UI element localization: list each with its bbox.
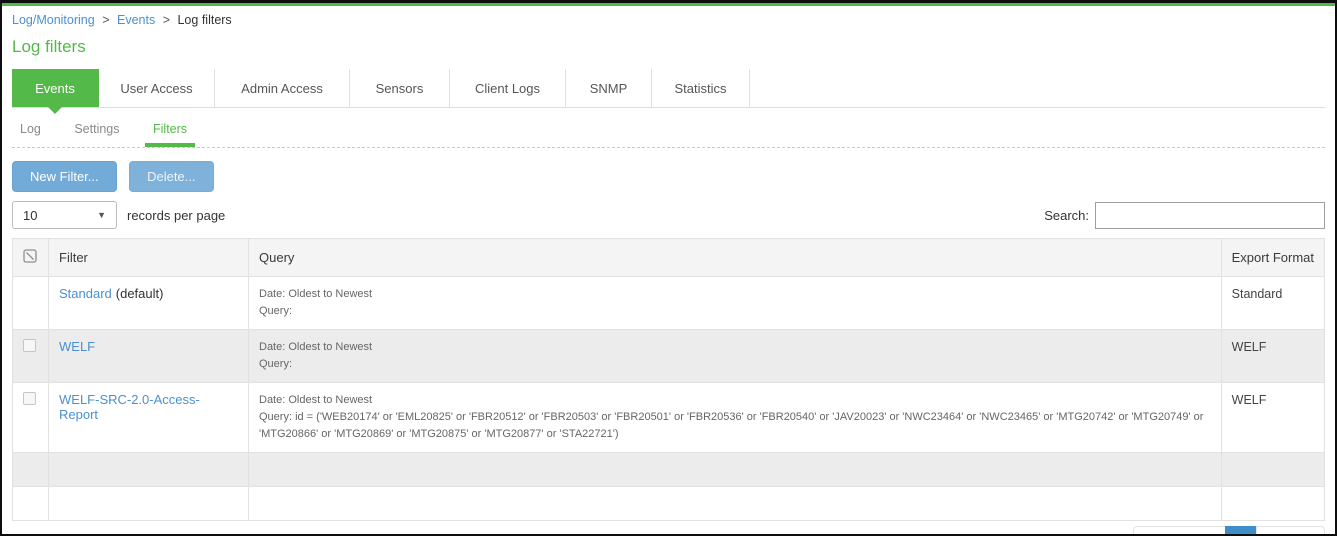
table-header-row: Filter Query Export Format <box>12 238 1326 277</box>
query-cell: Date: Oldest to Newest Query: <box>248 329 1222 384</box>
records-per-page-label: records per page <box>127 207 226 223</box>
select-all-header-cell[interactable] <box>12 238 49 277</box>
filter-link-welf[interactable]: WELF <box>59 339 95 354</box>
search-label: Search: <box>1044 207 1089 223</box>
breadcrumb-separator: > <box>162 13 170 27</box>
filter-cell <box>48 486 249 522</box>
table-row-welf-src: WELF-SRC-2.0-Access-Report Date: Oldest … <box>12 382 1326 454</box>
active-tab-pointer-icon <box>48 107 62 114</box>
table-row-standard: Standard (default) Date: Oldest to Newest… <box>12 275 1326 331</box>
tab-label: SNMP <box>589 81 628 96</box>
filter-cell: Standard (default) <box>48 275 249 331</box>
search-input[interactable] <box>1095 201 1325 229</box>
export-format-cell <box>1220 486 1326 522</box>
query-cell: Date: Oldest to Newest Query: <box>248 275 1222 331</box>
tab-statistics[interactable]: Statistics <box>652 69 750 107</box>
query-cell: Date: Oldest to Newest Query: id = ('WEB… <box>248 382 1222 454</box>
table-row-welf: WELF Date: Oldest to Newest Query: WELF <box>12 329 1326 384</box>
checkbox-cell <box>12 486 49 522</box>
export-format-cell <box>1220 452 1326 488</box>
checkbox-cell <box>12 329 49 384</box>
previous-page-button[interactable]: ← Previous <box>1133 526 1227 534</box>
records-per-page-value: 10 <box>23 207 38 223</box>
tab-events[interactable]: Events <box>12 69 99 114</box>
query-line-1: Date: Oldest to Newest <box>259 341 373 354</box>
tab-sensors[interactable]: Sensors <box>350 69 450 107</box>
breadcrumb-link-log-monitoring[interactable]: Log/Monitoring <box>12 13 95 27</box>
export-format-value: WELF <box>1231 340 1267 355</box>
breadcrumb: Log/Monitoring > Events > Log filters <box>12 13 1325 27</box>
chevron-down-icon: ▼ <box>97 210 106 220</box>
query-line-1: Date: Oldest to Newest <box>259 394 373 407</box>
column-header-filter: Filter <box>48 238 249 277</box>
checkbox-cell <box>12 452 49 488</box>
tab-label: Events <box>35 81 75 96</box>
tab-client-logs[interactable]: Client Logs <box>450 69 566 107</box>
tab-snmp[interactable]: SNMP <box>566 69 652 107</box>
filter-link-welf-src[interactable]: WELF-SRC-2.0-Access-Report <box>59 392 200 422</box>
export-format-cell: Standard <box>1220 275 1326 331</box>
filter-cell <box>48 452 249 488</box>
export-format-cell: WELF <box>1220 382 1326 454</box>
tab-label: Client Logs <box>474 81 541 96</box>
records-per-page-select[interactable]: 10 ▼ <box>12 201 117 229</box>
query-line-2: Query: id = ('WEB20174' or 'EML20825' or… <box>259 411 1204 441</box>
subtab-log[interactable]: Log <box>12 122 49 143</box>
select-all-icon[interactable] <box>23 249 37 263</box>
filter-cell: WELF <box>48 329 249 384</box>
filter-link-standard[interactable]: Standard <box>59 286 112 301</box>
subtab-filters[interactable]: Filters <box>145 122 196 147</box>
toolbar: New Filter... Delete... <box>12 161 1325 192</box>
query-cell <box>248 486 1222 522</box>
page-number-1[interactable]: 1 <box>1225 526 1257 534</box>
export-format-cell: WELF <box>1220 329 1326 384</box>
pagination: ← Previous 1 Next → <box>12 526 1325 534</box>
checkbox-cell <box>12 382 49 454</box>
subtab-bar: Log Settings Filters <box>12 122 1325 147</box>
checkbox-cell <box>12 275 49 331</box>
export-format-value: Standard <box>1231 287 1283 301</box>
column-header-export-format: Export Format <box>1220 238 1326 277</box>
filter-cell: WELF-SRC-2.0-Access-Report <box>48 382 249 454</box>
table-row-empty <box>12 486 1326 522</box>
tab-label: Statistics <box>674 81 727 96</box>
row-checkbox[interactable] <box>23 392 36 406</box>
top-accent-line <box>2 3 1335 6</box>
query-line-1: Date: Oldest to Newest <box>259 288 373 300</box>
delete-button[interactable]: Delete... <box>129 161 214 192</box>
tab-label: User Access <box>120 81 193 96</box>
breadcrumb-separator: > <box>102 13 110 27</box>
tab-label: Sensors <box>375 81 424 96</box>
query-line-2: Query: <box>259 358 293 371</box>
dashed-divider <box>12 147 1325 148</box>
breadcrumb-link-events[interactable]: Events <box>117 13 155 27</box>
query-cell <box>248 452 1222 488</box>
filter-default-suffix: (default) <box>115 286 164 301</box>
tab-admin-access[interactable]: Admin Access <box>215 69 350 107</box>
query-line-2: Query: <box>259 305 293 318</box>
list-controls: 10 ▼ records per page Search: <box>12 201 1325 229</box>
tab-user-access[interactable]: User Access <box>99 69 215 107</box>
row-checkbox[interactable] <box>23 339 36 353</box>
breadcrumb-current: Log filters <box>177 13 232 27</box>
app-window: Log/Monitoring > Events > Log filters Lo… <box>0 0 1337 536</box>
new-filter-button[interactable]: New Filter... <box>12 161 117 192</box>
tab-bar: Events User Access Admin Access Sensors … <box>12 69 1325 114</box>
column-header-query: Query <box>248 238 1222 277</box>
subtab-settings[interactable]: Settings <box>66 122 127 143</box>
log-filters-table: Filter Query Export Format Standard (defa… <box>12 238 1326 522</box>
page-title: Log filters <box>12 37 86 56</box>
table-row-empty <box>12 452 1326 488</box>
export-format-value: WELF <box>1231 393 1267 408</box>
search-area: Search: <box>1044 201 1325 229</box>
next-page-button[interactable]: Next → <box>1255 526 1325 534</box>
tab-label: Admin Access <box>241 81 323 96</box>
